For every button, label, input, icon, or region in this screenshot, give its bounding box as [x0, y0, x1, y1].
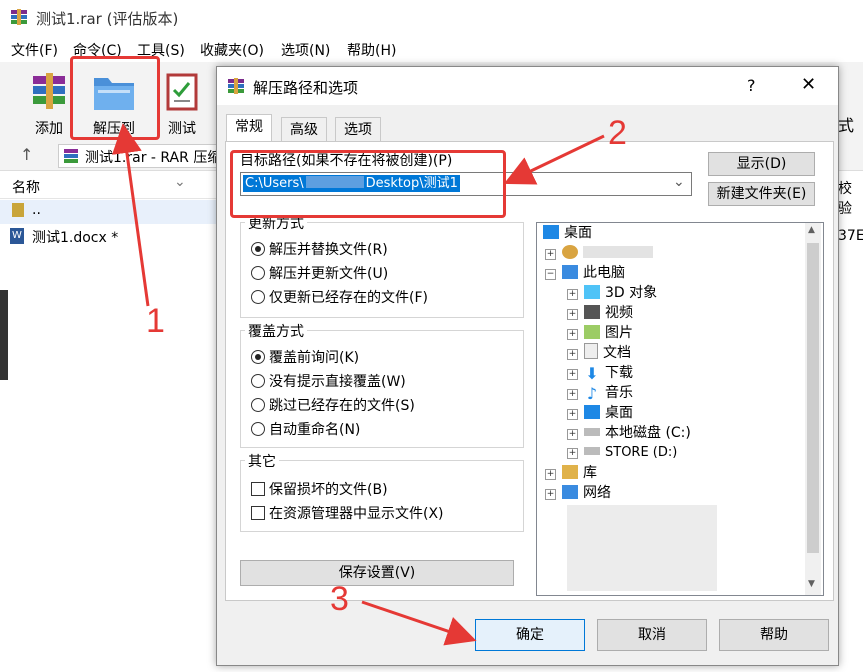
- annotation-number-3: 3: [330, 580, 349, 618]
- annotation-arrows: [112, 123, 605, 646]
- arrow-1: [112, 123, 150, 307]
- arrow-2: [503, 134, 605, 185]
- annotation-number-2: 2: [608, 114, 627, 152]
- annotation-number-1: 1: [146, 302, 165, 340]
- arrow-3: [361, 600, 477, 646]
